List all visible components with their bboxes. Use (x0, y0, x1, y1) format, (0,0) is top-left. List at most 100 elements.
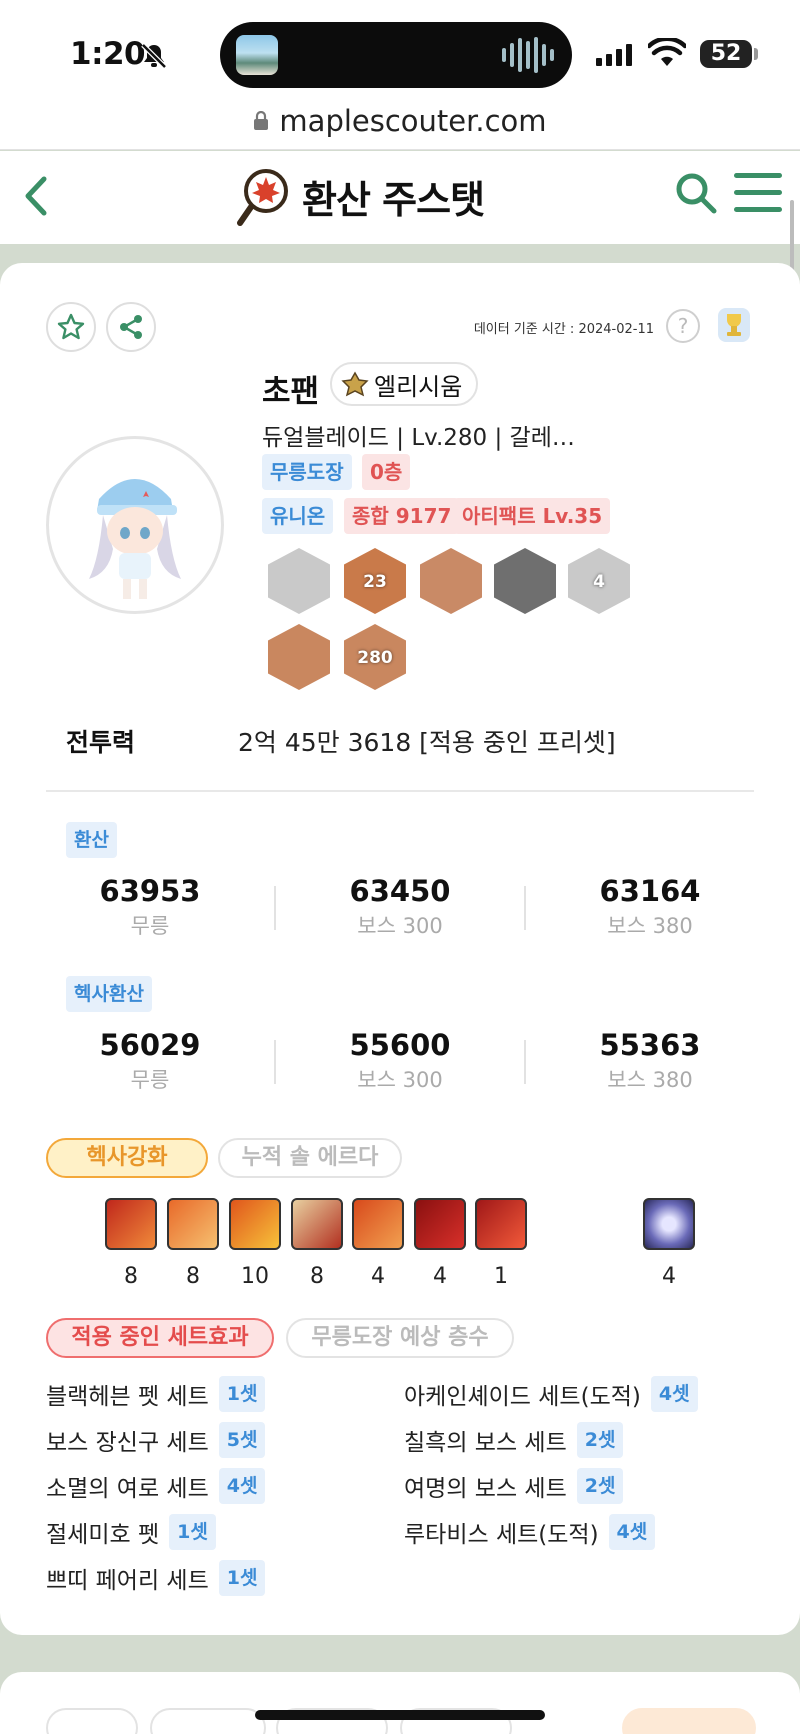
favorite-button[interactable] (46, 302, 96, 352)
combat-power-label: 전투력 (66, 728, 136, 757)
hwansan-label: 환산 (66, 822, 117, 858)
set-count-badge: 1셋 (169, 1514, 216, 1550)
set-name: 아케인셰이드 세트(도적) (404, 1384, 641, 1410)
hexa-skill-level: 4 (371, 1264, 385, 1289)
set-name: 소멸의 여로 세트 (46, 1476, 209, 1502)
cellular-signal-icon (596, 44, 632, 66)
set-effect-row: 블랙헤븐 펫 세트 1셋 (46, 1376, 266, 1412)
hexa-skill-icon[interactable] (167, 1198, 219, 1250)
set-effect-row: 쁘띠 페어리 세트 1셋 (46, 1560, 266, 1596)
set-count-badge: 4셋 (650, 1376, 698, 1412)
hexa-skill-level: 1 (494, 1264, 508, 1289)
set-effect-row: 여명의 보스 세트 2셋 (404, 1468, 624, 1504)
set-count-badge: 2셋 (576, 1468, 624, 1504)
witch-hat-4-badge[interactable]: 4 (568, 548, 630, 614)
tab-active-set-effects[interactable]: 적용 중인 세트효과 (46, 1318, 274, 1358)
set-name: 여명의 보스 세트 (404, 1476, 567, 1502)
audio-wave-icon (502, 36, 554, 74)
combat-power-value: 2억 45만 3618 [적용 중인 프리셋] (238, 728, 616, 757)
set-name: 블랙헤븐 펫 세트 (46, 1384, 209, 1410)
bottom-tab-highlight[interactable] (622, 1708, 756, 1734)
battery-tip (754, 48, 758, 60)
tab-mureung-expected-floor[interactable]: 무릉도장 예상 층수 (286, 1318, 514, 1358)
hand-badge[interactable] (268, 624, 330, 690)
status-bar: 1:20 52 (0, 0, 800, 100)
page-title: 환산 주스탯 (302, 178, 485, 222)
top-nav: 환산 주스탯 (0, 151, 800, 244)
home-indicator (255, 1710, 545, 1720)
server-emblem-icon (341, 371, 369, 397)
back-arrow-icon[interactable] (18, 171, 54, 221)
set-effect-row: 소멸의 여로 세트 4셋 (46, 1468, 266, 1504)
set-count-badge: 1셋 (218, 1376, 266, 1412)
dynamic-island[interactable] (220, 22, 572, 88)
tag-mureung-floor: 0층 (362, 454, 411, 490)
character-avatar (46, 436, 224, 614)
tag-union: 유니온 (262, 498, 334, 534)
set-count-badge: 5셋 (218, 1422, 266, 1458)
hexa-skill-icon[interactable] (414, 1198, 466, 1250)
set-effect-row: 보스 장신구 세트 5셋 (46, 1422, 266, 1458)
character-sub-info: 듀얼블레이드 | Lv.280 | 갈레… (262, 425, 575, 451)
hexa-stat-core-icon[interactable] (643, 1198, 695, 1250)
set-effect-row: 루타비스 세트(도적) 4셋 (404, 1514, 656, 1550)
help-button[interactable]: ? (666, 309, 700, 343)
hexa-skill-level: 10 (241, 1264, 269, 1289)
hexa-skill-level: 8 (310, 1264, 324, 1289)
wifi-icon (648, 38, 686, 66)
set-name: 보스 장신구 세트 (46, 1430, 209, 1456)
swords-badge[interactable] (420, 548, 482, 614)
tag-artifact-level: 아티팩트 Lv.35 (454, 498, 611, 534)
address-bar[interactable]: maplescouter.com (0, 92, 800, 150)
set-name: 쁘띠 페어리 세트 (46, 1568, 209, 1594)
battery-icon: 52 (700, 40, 752, 68)
lock-icon (254, 110, 269, 130)
share-icon (120, 315, 142, 339)
hexa-skill-icon[interactable] (352, 1198, 404, 1250)
hamburger-menu-icon[interactable] (734, 173, 782, 215)
maple-magnifier-logo-icon (237, 169, 288, 226)
bottom-tab[interactable] (46, 1708, 138, 1734)
hexa-skill-icon[interactable] (229, 1198, 281, 1250)
search-icon[interactable] (672, 169, 720, 217)
tab-hexa-enhance[interactable]: 헥사강화 (46, 1138, 208, 1178)
hexa-stat-boss300: 55600 보스 300 (349, 1028, 451, 1092)
hexa-skill-level: 8 (124, 1264, 138, 1289)
trophy-badge[interactable] (268, 548, 330, 614)
share-button[interactable] (106, 302, 156, 352)
skull-badge[interactable] (494, 548, 556, 614)
tab-sol-erda[interactable]: 누적 솔 에르다 (218, 1138, 402, 1178)
set-count-badge: 4셋 (218, 1468, 266, 1504)
character-name: 초팬 (262, 374, 320, 410)
hwansan-stat-boss380: 63164 보스 380 (599, 874, 701, 938)
url-text: maplescouter.com (279, 103, 547, 138)
hexa-stat-core-level: 4 (662, 1264, 676, 1289)
set-effect-row: 아케인셰이드 세트(도적) 4셋 (404, 1376, 698, 1412)
star-23-badge[interactable]: 23 (344, 548, 406, 614)
hwansan-stat-boss300: 63450 보스 300 (349, 874, 451, 938)
hexa-skill-icon[interactable] (105, 1198, 157, 1250)
now-playing-thumbnail (236, 35, 278, 75)
hexa-skill-level: 4 (433, 1264, 447, 1289)
divider (46, 790, 754, 792)
hexa-hwansan-label: 헥사환산 (66, 976, 152, 1012)
set-name: 루타비스 세트(도적) (404, 1522, 599, 1548)
set-name: 절세미호 펫 (46, 1522, 160, 1548)
hexa-stat-boss380: 55363 보스 380 (599, 1028, 701, 1092)
hexa-skill-icon[interactable] (291, 1198, 343, 1250)
level-280-badge[interactable]: 280 (344, 624, 406, 690)
set-name: 칠흑의 보스 세트 (404, 1430, 567, 1456)
server-badge[interactable]: 엘리시움 (330, 362, 479, 406)
clock: 1:20 (70, 36, 146, 72)
set-count-badge: 2셋 (576, 1422, 624, 1458)
bottom-tab[interactable] (150, 1708, 266, 1734)
set-count-badge: 4셋 (608, 1514, 656, 1550)
tag-union-total: 종합 9177 (344, 498, 460, 534)
trophy-icon[interactable] (716, 306, 752, 344)
hexa-stat-mureung: 56029 무릉 (99, 1028, 201, 1092)
set-count-badge: 1셋 (218, 1560, 266, 1596)
set-effect-row: 칠흑의 보스 세트 2셋 (404, 1422, 624, 1458)
data-timestamp: 데이터 기준 시간 : 2024-02-11 (473, 322, 654, 337)
hexa-skill-level: 8 (186, 1264, 200, 1289)
hexa-skill-icon[interactable] (475, 1198, 527, 1250)
